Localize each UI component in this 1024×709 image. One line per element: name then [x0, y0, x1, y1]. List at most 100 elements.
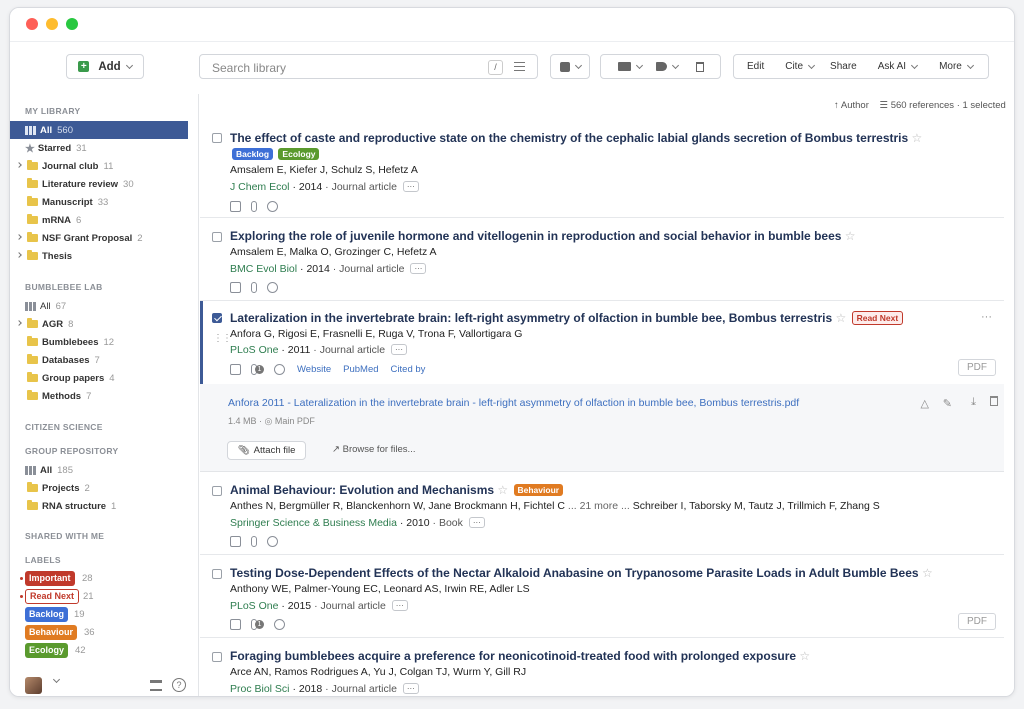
more-options-button[interactable]: ··· — [391, 344, 407, 355]
item-title[interactable]: Testing Dose-Dependent Effects of the Ne… — [230, 565, 964, 581]
more-options-button[interactable]: ··· — [391, 600, 408, 611]
item-journal[interactable]: Springer Science & Business Media — [230, 517, 397, 529]
trash-icon[interactable] — [990, 396, 998, 406]
tag-backlog[interactable]: Backlog — [232, 148, 274, 160]
drag-handle-icon[interactable]: ⋮⋮ — [213, 333, 232, 344]
more-options-button[interactable]: ··· — [402, 181, 419, 192]
pdf-button[interactable]: PDF — [958, 613, 996, 630]
sidebar-item-nsf-grant[interactable]: NSF Grant Proposal 2 — [10, 229, 188, 247]
download-icon[interactable]: ⤓ — [971, 396, 976, 409]
select-button[interactable] — [550, 54, 590, 79]
sidebar-item-mrna[interactable]: mRNA 6 — [10, 211, 188, 229]
sidebar-item-starred[interactable]: ★ Starred 31 — [10, 139, 188, 157]
list-item[interactable]: Testing Dose-Dependent Effects of the Ne… — [200, 555, 1004, 638]
list-item[interactable]: Exploring the role of juvenile hormone a… — [200, 218, 1004, 301]
item-journal[interactable]: PLoS One — [230, 600, 278, 612]
item-checkbox[interactable] — [212, 569, 222, 579]
star-icon[interactable]: ☆ — [922, 566, 933, 580]
sidebar-item-manuscript[interactable]: Manuscript 33 — [10, 193, 188, 211]
comment-icon[interactable] — [267, 281, 278, 293]
paperclip-icon[interactable] — [251, 535, 257, 547]
ask-ai-button[interactable]: Ask AI — [878, 61, 906, 72]
sidebar-item-repo-all[interactable]: All 185 — [10, 461, 188, 479]
list-item[interactable]: Foraging bumblebees acquire a preference… — [200, 638, 1004, 696]
star-icon[interactable]: ☆ — [799, 649, 810, 663]
star-icon[interactable]: ☆ — [835, 311, 846, 325]
institution-icon[interactable] — [150, 680, 162, 691]
sidebar-item-journal-club[interactable]: Journal club 11 — [10, 157, 188, 175]
item-title[interactable]: Exploring the role of juvenile hormone a… — [230, 228, 954, 244]
cite-button[interactable]: Cite — [785, 61, 803, 72]
paperclip-icon[interactable] — [251, 200, 257, 212]
notes-icon[interactable] — [230, 200, 241, 212]
cited-by-link[interactable]: Cited by — [391, 364, 426, 375]
star-icon[interactable]: ☆ — [845, 229, 856, 243]
sidebar-item-literature-review[interactable]: Literature review 30 — [10, 175, 188, 193]
notes-icon[interactable] — [230, 281, 241, 293]
sort-arrow-icon[interactable]: ↑ — [834, 100, 839, 111]
pubmed-link[interactable]: PubMed — [343, 364, 378, 375]
paperclip-icon[interactable] — [251, 281, 257, 293]
list-item[interactable]: Animal Behaviour: Evolution and Mechanis… — [200, 472, 1004, 555]
sidebar-item-all[interactable]: All 560 — [10, 121, 188, 139]
attachment-file-link[interactable]: Anfora 2011 - Lateralization in the inve… — [228, 397, 799, 409]
sidebar-item-bumblebees[interactable]: Bumblebees 12 — [10, 333, 188, 351]
item-checkbox[interactable] — [212, 133, 222, 143]
notes-icon[interactable] — [230, 535, 241, 547]
item-checkbox[interactable] — [212, 652, 222, 662]
sidebar-item-rna-structure[interactable]: RNA structure 1 — [10, 497, 188, 515]
maximize-window-icon[interactable] — [66, 18, 78, 30]
pencil-icon[interactable]: ✎ — [943, 397, 952, 410]
tag-behaviour[interactable]: Behaviour — [513, 484, 564, 496]
sidebar-item-thesis[interactable]: Thesis — [10, 247, 188, 265]
edit-button[interactable]: Edit — [747, 61, 764, 72]
add-button[interactable]: + Add — [66, 54, 144, 79]
item-title[interactable]: The effect of caste and reproductive sta… — [230, 130, 954, 162]
close-window-icon[interactable] — [26, 18, 38, 30]
item-journal[interactable]: BMC Evol Biol — [230, 263, 297, 275]
tag-icon[interactable] — [655, 62, 667, 71]
label-backlog[interactable]: Backlog — [25, 607, 69, 622]
attach-file-button[interactable]: 📎︎ Attach file — [227, 441, 306, 460]
label-important[interactable]: Important — [25, 571, 75, 586]
item-checkbox[interactable] — [212, 232, 222, 242]
star-icon[interactable]: ☆ — [497, 483, 508, 497]
item-title[interactable]: Animal Behaviour: Evolution and Mechanis… — [230, 482, 954, 498]
sidebar-item-projects[interactable]: Projects 2 — [10, 479, 188, 497]
minimize-window-icon[interactable] — [46, 18, 58, 30]
comment-icon[interactable] — [274, 618, 285, 630]
share-button[interactable]: Share — [830, 61, 857, 72]
section-shared-with-me[interactable]: SHARED WITH ME — [25, 531, 104, 541]
item-journal[interactable]: PLoS One — [230, 344, 278, 356]
sidebar-item-methods[interactable]: Methods 7 — [10, 387, 188, 405]
label-read-next[interactable]: Read Next — [25, 589, 80, 604]
more-options-button[interactable]: ··· — [468, 517, 485, 528]
sort-author-button[interactable]: Author — [841, 100, 869, 111]
tag-read-next[interactable]: Read Next — [851, 311, 904, 325]
browse-files-link[interactable]: ↗ Browse for files... — [332, 444, 415, 455]
label-behaviour[interactable]: Behaviour — [25, 625, 78, 640]
sidebar-item-bee-all[interactable]: All 67 — [10, 297, 188, 315]
list-item-selected[interactable]: ⋮⋮ Lateralization in the invertebrate br… — [200, 301, 1004, 385]
drive-icon[interactable]: △ — [921, 397, 929, 410]
list-item[interactable]: The effect of caste and reproductive sta… — [200, 118, 1004, 218]
notes-icon[interactable] — [230, 618, 241, 630]
comment-icon[interactable] — [274, 363, 285, 375]
item-more-menu[interactable]: ··· — [981, 311, 992, 323]
website-link[interactable]: Website — [297, 364, 331, 375]
item-checkbox[interactable] — [212, 486, 222, 496]
more-options-button[interactable]: ··· — [410, 263, 427, 274]
comment-icon[interactable] — [267, 200, 278, 212]
sidebar-item-databases[interactable]: Databases 7 — [10, 351, 188, 369]
trash-icon[interactable] — [695, 61, 704, 72]
sidebar-item-group-papers[interactable]: Group papers 4 — [10, 369, 188, 387]
section-citizen-science[interactable]: CITIZEN SCIENCE — [25, 422, 103, 432]
filter-icon[interactable]: ☰ — [880, 100, 889, 111]
item-title[interactable]: Lateralization in the invertebrate brain… — [230, 310, 954, 326]
tag-ecology[interactable]: Ecology — [278, 148, 320, 160]
more-button[interactable]: More — [939, 61, 962, 72]
authors-more[interactable]: ... 21 more ... — [568, 500, 630, 512]
user-avatar[interactable] — [25, 677, 42, 694]
item-journal[interactable]: Proc Biol Sci — [230, 683, 290, 695]
more-options-button[interactable]: ··· — [402, 683, 419, 694]
